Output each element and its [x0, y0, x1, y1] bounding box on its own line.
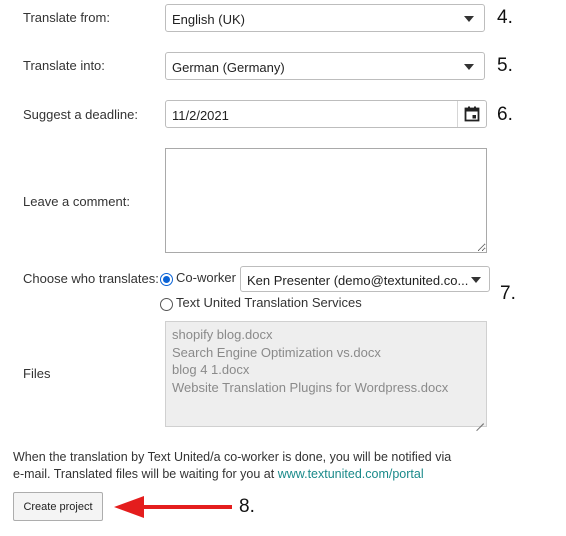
- file-item: Website Translation Plugins for Wordpres…: [172, 379, 449, 395]
- deadline-value: 11/2/2021: [172, 108, 229, 123]
- coworker-value: Ken Presenter (demo@textunited.co...: [247, 273, 469, 288]
- notice-line-1: When the translation by Text United/a co…: [13, 450, 452, 464]
- file-item: blog 4 1.docx: [172, 362, 250, 377]
- notice-text: e-mail. Translated files will be waiting…: [13, 467, 278, 481]
- file-item: shopify blog.docx: [172, 327, 273, 342]
- calendar-button[interactable]: [457, 101, 486, 127]
- resize-grip-icon[interactable]: [476, 416, 484, 424]
- deadline-label: Suggest a deadline:: [23, 107, 138, 122]
- file-item: Search Engine Optimization vs.docx: [172, 344, 381, 360]
- translate-from-value: English (UK): [172, 12, 245, 27]
- translate-from-select[interactable]: English (UK): [165, 4, 485, 32]
- translate-into-select[interactable]: German (Germany): [165, 52, 485, 80]
- create-project-button[interactable]: Create project: [13, 492, 103, 521]
- step-4-marker: 4.: [497, 7, 513, 28]
- step-7-marker: 7.: [500, 283, 516, 304]
- coworker-select[interactable]: Ken Presenter (demo@textunited.co...: [240, 266, 490, 292]
- deadline-date-field[interactable]: 11/2/2021: [165, 100, 487, 128]
- step-8-marker: 8.: [239, 496, 255, 517]
- comment-textarea[interactable]: [165, 148, 487, 253]
- translate-into-value: German (Germany): [172, 60, 285, 75]
- coworker-option-label[interactable]: Co-worker: [176, 270, 236, 285]
- calendar-icon: [464, 106, 480, 122]
- files-label: Files: [23, 366, 51, 381]
- step-6-marker: 6.: [497, 104, 513, 125]
- chevron-down-icon: [471, 277, 481, 283]
- notice-line-2: e-mail. Translated files will be waiting…: [13, 467, 424, 481]
- chevron-down-icon: [464, 16, 474, 22]
- comment-label: Leave a comment:: [23, 194, 130, 209]
- text-united-radio[interactable]: [160, 298, 173, 311]
- text-united-option-label[interactable]: Text United Translation Services: [176, 295, 362, 310]
- translate-from-label: Translate from:: [23, 10, 110, 25]
- portal-link[interactable]: www.textunited.com/portal: [278, 467, 424, 481]
- step-5-marker: 5.: [497, 55, 513, 76]
- translator-label: Choose who translates:: [23, 271, 159, 286]
- files-list: shopify blog.docx Search Engine Optimiza…: [165, 321, 487, 427]
- coworker-radio[interactable]: [160, 273, 173, 286]
- arrow-left-icon: [114, 496, 232, 518]
- translate-into-label: Translate into:: [23, 58, 105, 73]
- chevron-down-icon: [464, 64, 474, 70]
